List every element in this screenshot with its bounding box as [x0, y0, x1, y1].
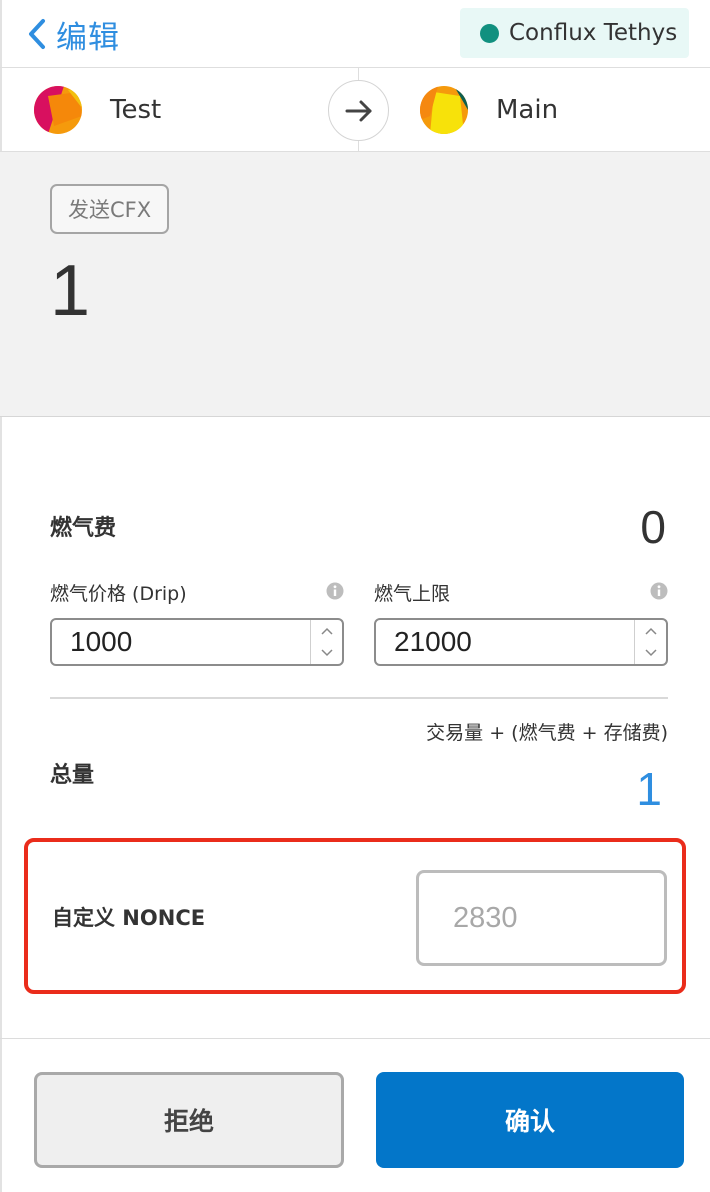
sender-account[interactable]: Test	[34, 68, 161, 152]
recipient-name: Main	[496, 95, 559, 125]
custom-nonce-label: 自定义 NONCE	[52, 906, 206, 930]
gas-price-increment[interactable]	[311, 620, 342, 642]
arrow-right-icon	[345, 100, 371, 121]
accounts-bar: Test Main	[0, 67, 710, 152]
gas-price-stepper-controls	[310, 620, 342, 664]
custom-nonce-input[interactable]	[416, 870, 667, 966]
sender-avatar-icon	[34, 86, 82, 134]
gas-price-label: 燃气价格 (Drip)	[50, 583, 187, 605]
back-button[interactable]: 编辑	[26, 14, 120, 56]
gas-fee-value: 0	[640, 501, 666, 553]
page-header: 编辑 Conflux Tethys	[0, 0, 710, 68]
chevron-down-icon	[644, 649, 657, 657]
gas-price-info-icon[interactable]	[326, 582, 344, 600]
gas-limit-increment[interactable]	[635, 620, 666, 642]
gas-price-input[interactable]: 1000	[52, 620, 310, 664]
network-name: Conflux Tethys	[509, 20, 678, 46]
gas-price-stepper: 1000	[50, 618, 344, 666]
gas-limit-stepper-controls	[634, 620, 666, 664]
gas-limit-info-icon[interactable]	[650, 582, 668, 600]
chevron-up-icon	[644, 627, 657, 635]
recipient-avatar-icon	[420, 86, 468, 134]
total-label: 总量	[50, 763, 95, 788]
chevron-left-icon	[29, 19, 45, 49]
reject-button[interactable]: 拒绝	[34, 1072, 344, 1168]
gas-limit-decrement[interactable]	[635, 642, 666, 664]
gas-price-decrement[interactable]	[311, 642, 342, 664]
gas-fee-label: 燃气费	[50, 516, 117, 541]
footer-divider	[0, 1038, 710, 1039]
section-divider	[50, 697, 668, 699]
chevron-down-icon	[320, 649, 333, 657]
gas-limit-label: 燃气上限	[374, 583, 451, 605]
chevron-up-icon	[320, 627, 333, 635]
recipient-account[interactable]: Main	[420, 68, 558, 152]
send-amount: 1	[50, 251, 91, 331]
total-formula: 交易量 + (燃气费 + 存储费)	[426, 722, 668, 744]
total-value: 1	[636, 763, 662, 815]
sender-name: Test	[110, 95, 162, 125]
back-label: 编辑	[56, 19, 120, 56]
transfer-arrow	[328, 80, 389, 141]
network-indicator[interactable]: Conflux Tethys	[460, 8, 689, 58]
confirm-button[interactable]: 确认	[376, 1072, 684, 1168]
gas-limit-input[interactable]: 21000	[376, 620, 634, 664]
confirm-transaction-page: 编辑 Conflux Tethys Test Main 发送CFX 1 燃气费 …	[0, 0, 710, 1192]
transaction-summary: 发送CFX 1	[0, 152, 710, 417]
gas-limit-stepper: 21000	[374, 618, 668, 666]
network-status-dot	[480, 23, 499, 43]
action-badge: 发送CFX	[50, 184, 170, 234]
